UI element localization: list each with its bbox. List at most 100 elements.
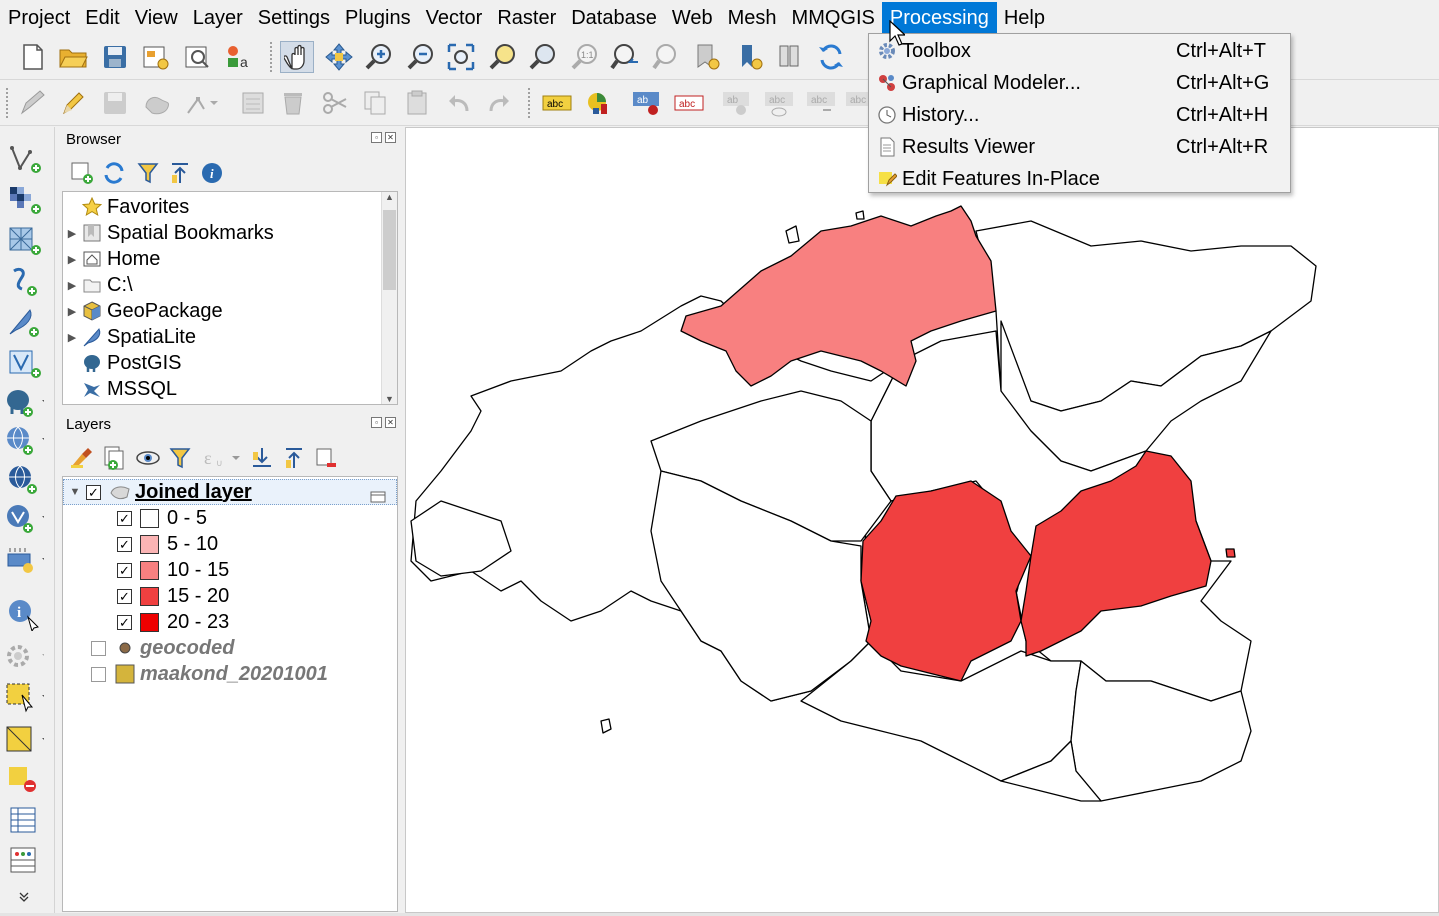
- menu-item-results-viewer[interactable]: Results Viewer Ctrl+Alt+R: [869, 131, 1290, 163]
- modify-attributes-icon[interactable]: [236, 87, 270, 119]
- map-canvas[interactable]: [405, 127, 1439, 913]
- new-spatial-bookmark-icon[interactable]: [690, 41, 724, 73]
- class-visibility-checkbox[interactable]: ✓: [117, 562, 132, 578]
- open-project-icon[interactable]: [56, 41, 90, 73]
- layer-row-geocoded[interactable]: geocoded: [91, 635, 234, 661]
- new-shapefile-layer-icon[interactable]: [4, 543, 44, 577]
- menu-item-edit-features-in-place[interactable]: Edit Features In-Place: [869, 163, 1290, 195]
- menu-mesh[interactable]: Mesh: [720, 2, 785, 34]
- zoom-next-icon[interactable]: [650, 41, 684, 73]
- expand-arrow-icon[interactable]: ▶: [63, 253, 81, 266]
- float-panel-icon[interactable]: ▫: [371, 417, 382, 428]
- expand-arrow-icon[interactable]: ▶: [63, 331, 81, 344]
- add-mesh-layer-icon[interactable]: [4, 223, 44, 257]
- layer-visibility-checkbox[interactable]: ✓: [86, 484, 101, 500]
- filter-browser-icon[interactable]: [134, 159, 162, 187]
- layer-visibility-checkbox[interactable]: [91, 640, 106, 656]
- add-vector-layer-icon[interactable]: [4, 141, 44, 175]
- zoom-out-icon[interactable]: [404, 41, 438, 73]
- open-layer-styling-icon[interactable]: [68, 444, 96, 472]
- legend-class-row[interactable]: ✓ 15 - 20: [117, 583, 229, 609]
- menu-item-history[interactable]: History... Ctrl+Alt+H: [869, 99, 1290, 131]
- menu-raster[interactable]: Raster: [489, 2, 564, 34]
- refresh-browser-icon[interactable]: [100, 159, 128, 187]
- cut-features-icon[interactable]: [318, 87, 352, 119]
- menu-help[interactable]: Help: [996, 2, 1053, 34]
- add-postgis-layer-icon[interactable]: [4, 385, 44, 419]
- add-group-icon[interactable]: [100, 444, 128, 472]
- open-attribute-table-icon[interactable]: [4, 803, 44, 837]
- expand-arrow-icon[interactable]: ▶: [63, 279, 81, 292]
- deselect-all-icon[interactable]: [4, 763, 44, 797]
- layer-row-joined-layer[interactable]: ▼ ✓ Joined layer: [63, 479, 397, 505]
- pan-to-selection-icon[interactable]: [322, 41, 356, 73]
- zoom-in-icon[interactable]: [362, 41, 396, 73]
- menu-mmqgis[interactable]: MMQGIS: [784, 2, 883, 34]
- pin-labels-icon[interactable]: abc: [672, 87, 706, 119]
- menu-item-graphical-modeler[interactable]: Graphical Modeler... Ctrl+Alt+G: [869, 67, 1290, 99]
- add-wfs-layer-icon[interactable]: [4, 462, 44, 496]
- float-panel-icon[interactable]: ▫: [371, 132, 382, 143]
- close-panel-icon[interactable]: ✕: [385, 417, 396, 428]
- add-wms-layer-icon[interactable]: [4, 423, 44, 457]
- show-hide-labels-icon[interactable]: ab: [720, 87, 754, 119]
- zoom-native-icon[interactable]: 1:1: [568, 41, 602, 73]
- preview-labels-icon[interactable]: abc: [762, 87, 796, 119]
- map-svg[interactable]: [406, 128, 1439, 913]
- zoom-to-layer-icon[interactable]: [526, 41, 560, 73]
- add-feature-icon[interactable]: [140, 87, 174, 119]
- collapse-arrow-icon[interactable]: ▼: [64, 486, 86, 498]
- layout-manager-icon[interactable]: [180, 41, 214, 73]
- select-features-icon[interactable]: [4, 681, 44, 715]
- paste-features-icon[interactable]: [400, 87, 434, 119]
- layer-visibility-checkbox[interactable]: [91, 666, 106, 682]
- browser-item-spatialite[interactable]: ▶ SpatiaLite: [63, 324, 196, 350]
- expand-arrow-icon[interactable]: ▶: [63, 227, 81, 240]
- menu-plugins[interactable]: Plugins: [337, 2, 419, 34]
- menu-web[interactable]: Web: [664, 2, 721, 34]
- delete-selected-icon[interactable]: [276, 87, 310, 119]
- menu-item-toolbox[interactable]: Toolbox Ctrl+Alt+T: [869, 35, 1290, 67]
- browser-scrollbar[interactable]: ▲ ▼: [381, 192, 397, 404]
- add-selected-layers-icon[interactable]: [68, 159, 96, 187]
- class-visibility-checkbox[interactable]: ✓: [117, 588, 132, 604]
- add-virtual-layer-icon[interactable]: [4, 346, 44, 380]
- more-tools-chevron-icon[interactable]: [4, 887, 44, 907]
- menu-view[interactable]: View: [127, 2, 186, 34]
- expand-all-icon[interactable]: [248, 444, 276, 472]
- browser-item-mssql[interactable]: MSSQL: [63, 376, 177, 402]
- expand-arrow-icon[interactable]: ▶: [63, 305, 81, 318]
- class-visibility-checkbox[interactable]: ✓: [117, 614, 132, 630]
- add-delimited-text-icon[interactable]: [4, 264, 44, 298]
- show-bookmarks-icon[interactable]: [734, 41, 768, 73]
- close-panel-icon[interactable]: ✕: [385, 132, 396, 143]
- save-project-icon[interactable]: [98, 41, 132, 73]
- browser-item-favorites[interactable]: Favorites: [63, 194, 189, 220]
- filter-by-expression-icon[interactable]: ε ∪: [200, 444, 244, 472]
- toggle-editing-icon[interactable]: [56, 87, 90, 119]
- class-visibility-checkbox[interactable]: ✓: [117, 510, 132, 526]
- new-project-icon[interactable]: [16, 41, 50, 73]
- refresh-icon[interactable]: [814, 41, 848, 73]
- field-calculator-icon[interactable]: [4, 843, 44, 877]
- show-spatial-bookmarks-icon[interactable]: [774, 41, 808, 73]
- menu-project[interactable]: Project: [0, 2, 78, 34]
- menu-database[interactable]: Database: [563, 2, 665, 34]
- undo-icon[interactable]: [442, 87, 476, 119]
- add-wcs-layer-icon[interactable]: [4, 501, 44, 535]
- diagram-options-icon[interactable]: [582, 87, 616, 119]
- browser-item-geopackage[interactable]: ▶ GeoPackage: [63, 298, 223, 324]
- highlight-pinned-labels-icon[interactable]: ab: [630, 87, 664, 119]
- class-visibility-checkbox[interactable]: ✓: [117, 536, 132, 552]
- browser-item-postgis[interactable]: PostGIS: [63, 350, 181, 376]
- add-raster-layer-icon[interactable]: [4, 182, 44, 216]
- move-label-icon[interactable]: abc: [804, 87, 838, 119]
- browser-item-home[interactable]: ▶ Home: [63, 246, 161, 272]
- filter-indicator-icon[interactable]: [370, 486, 386, 509]
- menu-settings[interactable]: Settings: [250, 2, 338, 34]
- collapse-all-layers-icon[interactable]: [280, 444, 308, 472]
- style-manager-icon[interactable]: a: [222, 41, 256, 73]
- zoom-last-icon[interactable]: [608, 41, 642, 73]
- actions-icon[interactable]: [4, 639, 44, 673]
- zoom-full-icon[interactable]: [444, 41, 478, 73]
